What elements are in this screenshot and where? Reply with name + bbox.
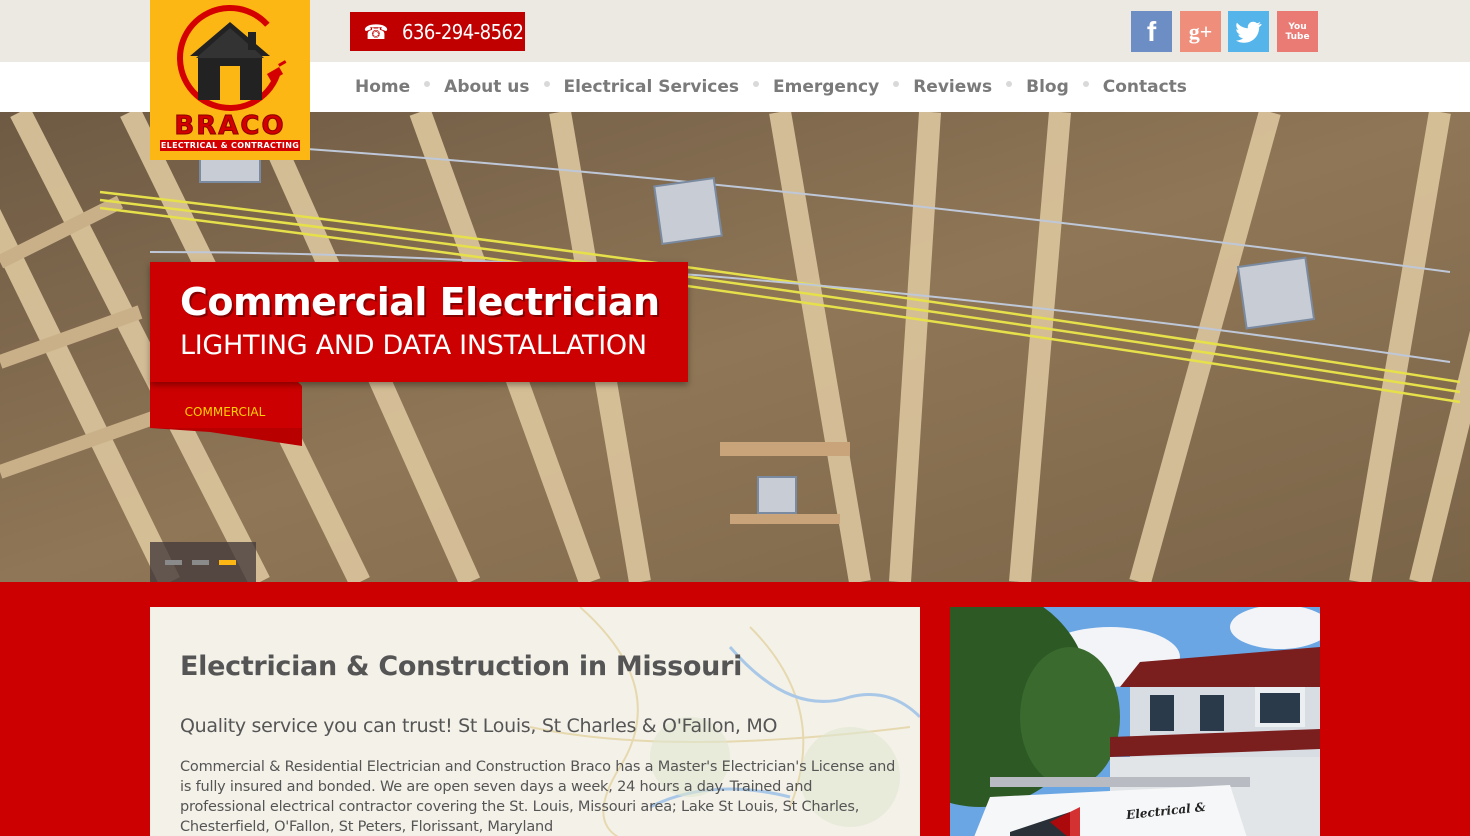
intro-body: Commercial & Residential Electrician and… (180, 759, 896, 835)
logo-name: BRACO (174, 111, 286, 142)
slider-dot-3[interactable] (219, 559, 236, 565)
phone-number: 636-294-8562 (402, 19, 524, 44)
nav-home[interactable]: Home (355, 77, 410, 97)
slider-dot-1[interactable] (165, 559, 182, 565)
slider-pagination (150, 542, 256, 582)
phone-button[interactable]: ☎ 636-294-8562 (350, 12, 525, 51)
twitter-icon[interactable] (1228, 11, 1269, 52)
facebook-icon[interactable]: f (1131, 11, 1172, 52)
google-plus-glyph: g+ (1188, 18, 1213, 44)
facebook-glyph: f (1146, 15, 1157, 47)
nav-separator (1082, 81, 1089, 87)
hero-subtitle: LIGHTING AND DATA INSTALLATION (180, 330, 647, 361)
nav-separator (424, 81, 431, 87)
slider-dot-2[interactable] (192, 559, 209, 565)
nav-reviews[interactable]: Reviews (913, 77, 992, 97)
house-van-photo: Electrical & (950, 607, 1320, 836)
nav-separator (1006, 81, 1013, 87)
nav-about-us[interactable]: About us (444, 77, 529, 97)
hero-title: Commercial Electrician (180, 280, 660, 324)
main-nav: Home About us Electrical Services Emerge… (355, 62, 1187, 112)
nav-blog[interactable]: Blog (1026, 77, 1069, 97)
nav-separator (753, 81, 760, 87)
nav-separator (893, 81, 900, 87)
twitter-bird-icon (1235, 21, 1262, 43)
nav-contacts[interactable]: Contacts (1103, 77, 1187, 97)
nav-electrical-services[interactable]: Electrical Services (564, 77, 739, 97)
google-plus-icon[interactable]: g+ (1180, 11, 1221, 52)
house-photo-image (950, 607, 1320, 836)
hero-caption: Commercial Electrician LIGHTING AND DATA… (150, 262, 688, 382)
nav-separator (543, 81, 550, 87)
phone-icon: ☎ (363, 19, 389, 44)
youtube-glyph: You Tube (1285, 21, 1310, 42)
logo-tagline: ELECTRICAL & CONTRACTING (160, 140, 300, 151)
hero-tag-label[interactable]: COMMERCIAL (150, 405, 300, 419)
intro-title: Electrician & Construction in Missouri (180, 651, 743, 682)
intro-subtitle: Quality service you can trust! St Louis,… (180, 715, 778, 737)
logo[interactable]: BRACO ELECTRICAL & CONTRACTING (150, 0, 310, 160)
nav-emergency[interactable]: Emergency (773, 77, 879, 97)
youtube-icon[interactable]: You Tube (1277, 11, 1318, 52)
intro-panel: Electrician & Construction in Missouri Q… (150, 607, 920, 836)
